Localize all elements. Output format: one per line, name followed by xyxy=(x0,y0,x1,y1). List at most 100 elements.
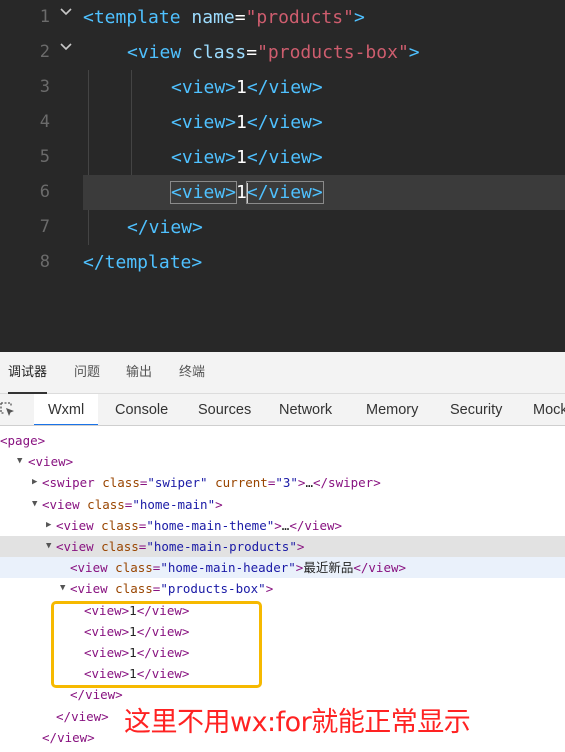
node-token: class xyxy=(107,581,153,597)
code-token: > xyxy=(408,42,420,63)
node-token: < xyxy=(70,581,78,597)
code-line[interactable]: 2 <view class="products-box"> xyxy=(0,35,565,70)
node-token: view xyxy=(85,687,116,703)
code-line[interactable]: 8 </template> xyxy=(0,245,565,280)
node-token: </ xyxy=(56,708,72,724)
node-token: < xyxy=(56,517,64,533)
node-token: … xyxy=(305,475,313,491)
tree-node-text: <view> xyxy=(28,451,73,472)
tree-row[interactable]: <view class="home-main-header">最近新品</vie… xyxy=(0,557,565,579)
tree-row[interactable]: ▼ <view> xyxy=(0,451,565,472)
code-token: <view xyxy=(127,42,182,63)
node-token: < xyxy=(0,433,8,448)
node-token: view xyxy=(368,560,399,576)
tree-row[interactable]: ▼ <view class="home-main-products"> xyxy=(0,536,565,557)
code-line[interactable]: 6 <view>1</view> xyxy=(40,175,565,210)
collapse-arrow-icon[interactable]: ▶ xyxy=(46,515,56,536)
node-token: swiper xyxy=(49,475,95,491)
expand-arrow-icon[interactable]: ▼ xyxy=(32,494,42,515)
node-token: > xyxy=(65,454,74,470)
node-token: "swiper" xyxy=(147,475,208,491)
line-number: 6 xyxy=(39,182,50,202)
code-token: 1 xyxy=(236,112,247,133)
tree-row[interactable]: ▶ <view class="home-main-theme">…</view> xyxy=(0,515,565,536)
tab-terminal[interactable]: 终端 xyxy=(179,352,205,394)
tree-row[interactable]: ▼ <view class="home-main"> xyxy=(0,494,565,515)
tree-node-text: <view class="home-main-header">最近新品</vie… xyxy=(70,557,406,578)
code-token: "products" xyxy=(245,7,354,28)
node-token: class xyxy=(107,560,153,576)
node-token: view xyxy=(63,517,94,533)
code-token: </view> xyxy=(246,77,323,98)
code-token: <view> xyxy=(169,181,238,204)
collapse-arrow-icon[interactable]: ▶ xyxy=(32,472,42,493)
tab-mock[interactable]: Mock xyxy=(533,394,565,425)
tab-network[interactable]: Network xyxy=(279,394,332,425)
tree-row[interactable]: <page> xyxy=(0,430,565,451)
code-line[interactable]: 5 <view>1</view> xyxy=(0,140,565,175)
node-token: "home-main-theme" xyxy=(146,517,275,533)
node-token: "3" xyxy=(275,475,298,491)
node-token: </ xyxy=(353,560,369,576)
tab-memory[interactable]: Memory xyxy=(366,394,418,425)
node-token: view xyxy=(304,517,335,533)
expand-arrow-icon[interactable]: ▼ xyxy=(46,536,56,557)
code-line[interactable]: 3 <view>1</view> xyxy=(0,70,565,105)
tab-security[interactable]: Security xyxy=(450,394,502,425)
node-token: < xyxy=(42,475,50,491)
expand-arrow-icon[interactable]: ▼ xyxy=(60,578,70,599)
code-editor[interactable]: 1 <template name="products"> 2 <view class=… xyxy=(0,0,565,352)
node-token: view xyxy=(35,454,66,470)
tab-problems[interactable]: 问题 xyxy=(74,352,100,394)
node-token: > xyxy=(398,560,407,576)
code-text: <view>1</view> xyxy=(171,70,323,105)
node-token: "products-box" xyxy=(160,581,266,597)
node-token: view xyxy=(77,560,108,576)
node-token: > xyxy=(373,475,381,491)
tree-node-text: <page> xyxy=(0,430,45,451)
code-text: <view>1</view> xyxy=(171,140,323,175)
node-token: < xyxy=(42,496,50,512)
tree-node-text: </view> xyxy=(56,706,109,727)
expand-arrow-icon[interactable]: ▼ xyxy=(17,451,27,472)
tab-debugger[interactable]: 调试器 xyxy=(8,352,48,394)
tree-node-text: <view class="products-box"> xyxy=(70,578,273,599)
code-token: <view> xyxy=(171,147,237,168)
code-token: <view> xyxy=(171,77,237,98)
tree-node-text: <view class="home-main-theme">…</view> xyxy=(56,515,342,536)
chevron-down-icon[interactable] xyxy=(60,8,72,20)
code-text: </template> xyxy=(83,245,202,280)
code-line[interactable]: 1 <template name="products"> xyxy=(0,0,565,35)
tree-row[interactable]: ▶ <swiper class="swiper" current="3">…</s… xyxy=(0,472,565,493)
code-token: name xyxy=(180,7,235,28)
node-token: > xyxy=(37,433,46,448)
line-number: 8 xyxy=(39,252,50,272)
node-token: < xyxy=(56,539,64,554)
code-token: </view> xyxy=(127,217,203,238)
code-text: <view>1</view> xyxy=(171,105,323,140)
tree-row[interactable]: ▼ <view class="products-box"> xyxy=(0,578,565,599)
line-number: 1 xyxy=(39,7,50,27)
code-line[interactable]: 7 </view> xyxy=(0,210,565,245)
inspect-element-icon[interactable] xyxy=(0,402,16,418)
node-token: </ xyxy=(289,517,305,533)
node-token: > xyxy=(296,539,305,554)
node-token: "home-main-products" xyxy=(146,539,297,554)
tab-console[interactable]: Console xyxy=(115,394,168,425)
node-token: class xyxy=(93,517,139,533)
tab-wxml[interactable]: Wxml xyxy=(34,394,99,425)
node-token: > xyxy=(115,687,123,703)
tab-output[interactable]: 输出 xyxy=(126,352,152,394)
line-number: 3 xyxy=(39,77,50,97)
tab-sources[interactable]: Sources xyxy=(198,394,251,425)
tree-node-text: </view> xyxy=(42,727,95,748)
code-token: 1 xyxy=(236,147,247,168)
code-token: <view> xyxy=(171,112,237,133)
node-token: </ xyxy=(312,475,329,491)
code-line[interactable]: 4 <view>1</view> xyxy=(0,105,565,140)
node-token: > xyxy=(334,517,343,533)
line-number: 4 xyxy=(39,112,50,132)
chevron-down-icon[interactable] xyxy=(60,43,72,55)
panel-tab-bar: 调试器 问题 输出 终端 xyxy=(0,352,565,394)
node-token: > xyxy=(101,708,109,724)
